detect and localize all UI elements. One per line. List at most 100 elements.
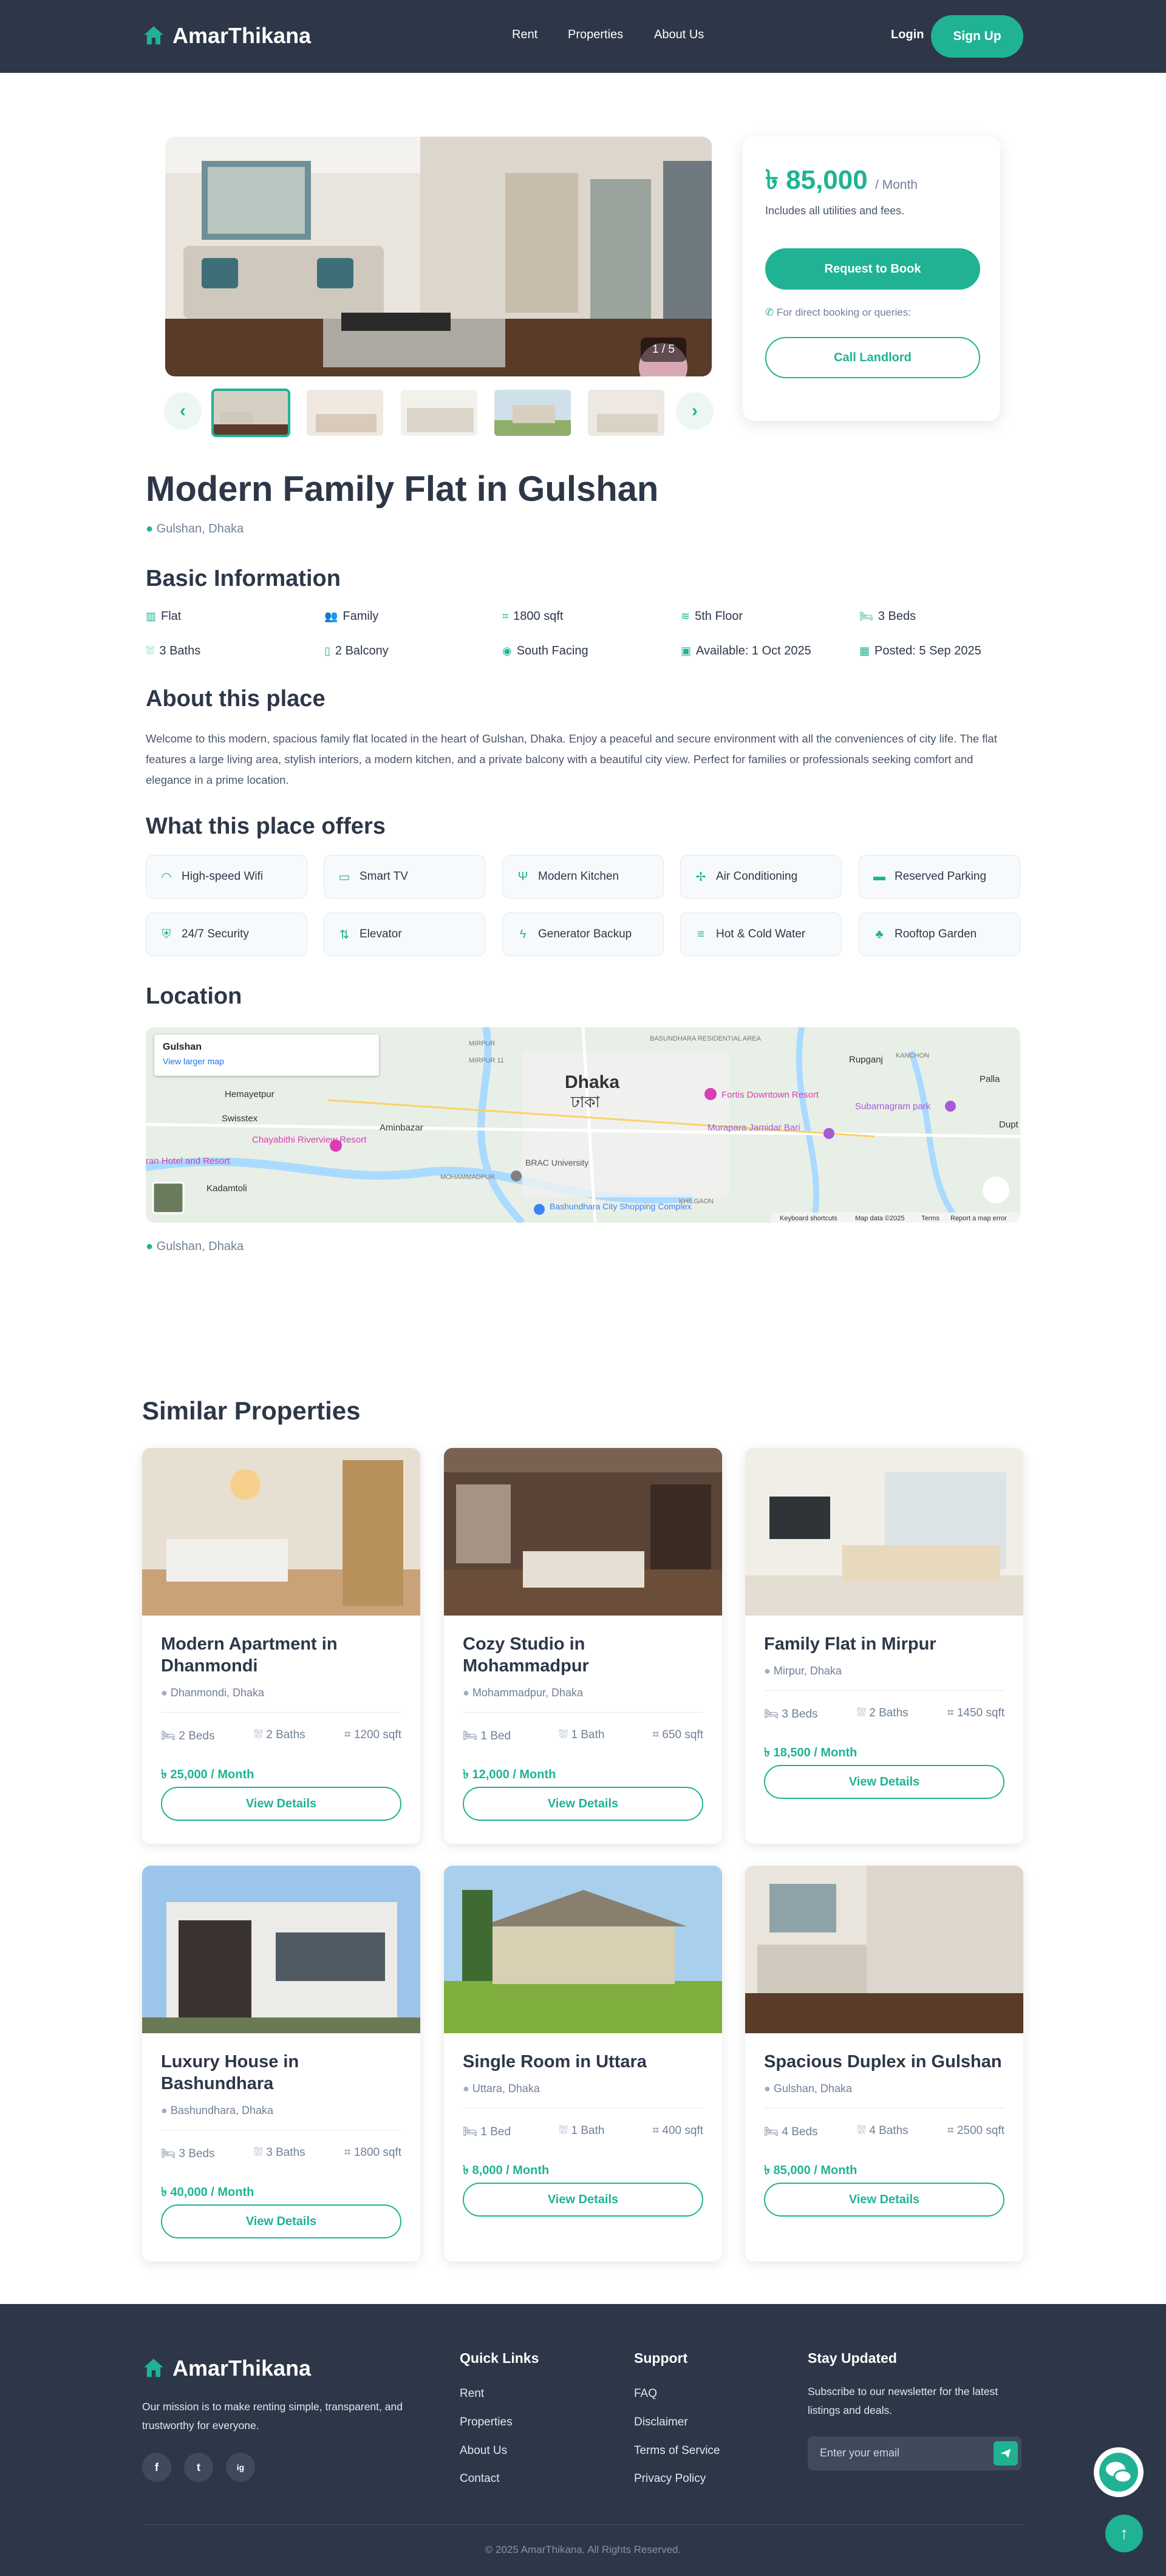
info-balcony-text: 2 Balcony [335, 644, 389, 658]
footer-link-faq[interactable]: FAQ [634, 2387, 657, 2401]
footer-link-rent[interactable]: Rent [460, 2387, 484, 2401]
view-details-button[interactable]: View Details [764, 2183, 1004, 2217]
chevron-right-icon: › [692, 401, 698, 421]
instagram-icon[interactable]: ig [226, 2453, 255, 2482]
property-card-title[interactable]: Spacious Duplex in Gulshan [764, 2051, 1007, 2073]
bed-icon: 🛏 [859, 610, 873, 622]
gallery-thumb-5[interactable] [587, 389, 666, 437]
footer-link-properties[interactable]: Properties [460, 2416, 513, 2429]
footer-link-privacy[interactable]: Privacy Policy [634, 2472, 706, 2486]
footer-link-about[interactable]: About Us [460, 2444, 507, 2458]
view-details-button[interactable]: View Details [463, 1787, 703, 1821]
nav-rent[interactable]: Rent [512, 28, 537, 42]
newsletter-send-button[interactable] [994, 2441, 1018, 2466]
property-card-image[interactable] [745, 1866, 1023, 2033]
property-card[interactable]: Single Room in Uttara ● Uttara, Dhaka 🛏 1 … [444, 1866, 722, 2262]
info-baths: ⛆ 3 Baths [146, 644, 200, 658]
view-details-button[interactable]: View Details [764, 1765, 1004, 1799]
property-card-image[interactable] [444, 1866, 722, 2033]
card-baths: ⛆ 2 Baths [254, 1728, 305, 1743]
property-card-title[interactable]: Modern Apartment in Dhanmondi [161, 1633, 404, 1677]
property-card-price: ৳ 85,000 / Month [764, 2164, 857, 2177]
location-map[interactable]: Dhaka ঢাকা Hemayetpur Swisstex Aminbazar… [146, 1027, 1020, 1223]
elevator-icon: ⇅ [339, 928, 350, 942]
map-place-bashundhara: Bashundhara City Shopping Complex [550, 1201, 691, 1211]
gallery-thumb-4[interactable] [493, 389, 572, 437]
info-tenant: 👥 Family [324, 610, 378, 624]
call-landlord-button[interactable]: Call Landlord [765, 337, 980, 378]
map-place-mirpur11: MIRPUR 11 [469, 1057, 504, 1064]
view-details-button[interactable]: View Details [463, 2183, 703, 2217]
property-card[interactable]: Modern Apartment in Dhanmondi ● Dhanmondi… [142, 1448, 420, 1844]
main-gallery-image[interactable] [165, 137, 712, 376]
signup-button[interactable]: Sign Up [931, 15, 1023, 58]
property-card-title[interactable]: Single Room in Uttara [463, 2051, 706, 2073]
similar-heading: Similar Properties [142, 1396, 361, 1425]
property-card[interactable]: Spacious Duplex in Gulshan ● Gulshan, Dha… [745, 1866, 1023, 2262]
chevron-left-icon: ‹ [180, 401, 186, 421]
footer-brand[interactable]: AmarThikana [142, 2356, 311, 2381]
card-divider [764, 1690, 1004, 1691]
card-beds-text: 3 Beds [782, 1708, 818, 1721]
property-card-image[interactable] [444, 1448, 722, 1616]
property-card-location: ● Uttara, Dhaka [463, 2082, 540, 2095]
bath-icon: ⛆ [253, 1728, 263, 1741]
image-counter: 1 / 5 [641, 338, 686, 362]
property-card[interactable]: Family Flat in Mirpur ● Mirpur, Dhaka 🛏 3 … [745, 1448, 1023, 1844]
login-link[interactable]: Login [891, 28, 924, 42]
nav-about[interactable]: About Us [654, 28, 704, 42]
nav-properties[interactable]: Properties [568, 28, 623, 42]
bed-icon: 🛏 [161, 2147, 176, 2160]
bath-icon: ⛆ [856, 2124, 866, 2137]
map-footer-report[interactable]: Report a map error [950, 1215, 1007, 1222]
view-larger-map-link[interactable]: View larger map [163, 1056, 224, 1066]
gallery-prev-button[interactable]: ‹ [164, 392, 202, 430]
footer-link-terms[interactable]: Terms of Service [634, 2444, 720, 2458]
newsletter-email-input[interactable]: Enter your email [808, 2436, 1021, 2470]
map-place-rupganj: Rupganj [849, 1055, 883, 1065]
twitter-icon[interactable]: t [184, 2453, 213, 2482]
view-details-button[interactable]: View Details [161, 1787, 401, 1821]
property-card-image[interactable] [745, 1448, 1023, 1616]
map-pin-icon: ● [764, 1665, 771, 1677]
request-book-button[interactable]: Request to Book [765, 248, 980, 290]
property-location: ● Gulshan, Dhaka [146, 522, 244, 536]
view-details-button[interactable]: View Details [161, 2204, 401, 2238]
property-card-image[interactable] [142, 1866, 420, 2033]
map-footer-shortcuts[interactable]: Keyboard shortcuts [780, 1215, 837, 1222]
site-header: AmarThikana Rent Properties About Us Log… [0, 0, 1166, 73]
amenity-tv: ▭ Smart TV [324, 855, 485, 899]
property-card-title[interactable]: Family Flat in Mirpur [764, 1633, 1007, 1655]
property-card-location: ● Bashundhara, Dhaka [161, 2104, 273, 2117]
property-card[interactable]: Luxury House in Bashundhara ● Bashundhara… [142, 1866, 420, 2262]
brand-logo[interactable]: AmarThikana [142, 23, 311, 49]
gallery-thumb-1[interactable] [211, 389, 290, 437]
amenity-water-text: Hot & Cold Water [716, 928, 806, 940]
ruler-icon: ⌗ [652, 2124, 660, 2137]
card-baths-text: 4 Baths [869, 2124, 909, 2137]
amenity-water: ≡ Hot & Cold Water [680, 912, 842, 956]
amenity-garden-text: Rooftop Garden [895, 928, 977, 940]
car-icon: ▬ [873, 869, 885, 883]
footer-link-contact[interactable]: Contact [460, 2472, 499, 2486]
map-footer-terms[interactable]: Terms [921, 1215, 939, 1222]
chat-button[interactable] [1094, 2447, 1144, 2497]
gallery-next-button[interactable]: › [676, 392, 714, 430]
info-beds-text: 3 Beds [878, 610, 916, 623]
gallery-thumb-2[interactable] [305, 389, 384, 437]
card-baths: ⛆ 2 Baths [857, 1707, 909, 1721]
footer-link-disclaimer[interactable]: Disclaimer [634, 2416, 688, 2429]
property-card-title[interactable]: Cozy Studio in Mohammadpur [463, 1633, 706, 1677]
map-place-mirpur: MIRPUR [469, 1040, 495, 1047]
facebook-icon[interactable]: f [142, 2453, 171, 2482]
map-footer-data: Map data ©2025 [855, 1215, 905, 1222]
scroll-top-button[interactable]: ↑ [1105, 2515, 1143, 2552]
property-card-title[interactable]: Luxury House in Bashundhara [161, 2051, 404, 2095]
info-posted: ▦ Posted: 5 Sep 2025 [859, 644, 981, 658]
property-card[interactable]: Cozy Studio in Mohammadpur ● Mohammadpur,… [444, 1448, 722, 1844]
gallery-thumb-3[interactable] [400, 389, 479, 437]
property-card-image[interactable] [142, 1448, 420, 1616]
footer-mission: Our mission is to make renting simple, t… [142, 2401, 403, 2432]
property-card-price: ৳ 8,000 / Month [463, 2164, 550, 2177]
leaf-icon: ♣ [875, 927, 884, 941]
